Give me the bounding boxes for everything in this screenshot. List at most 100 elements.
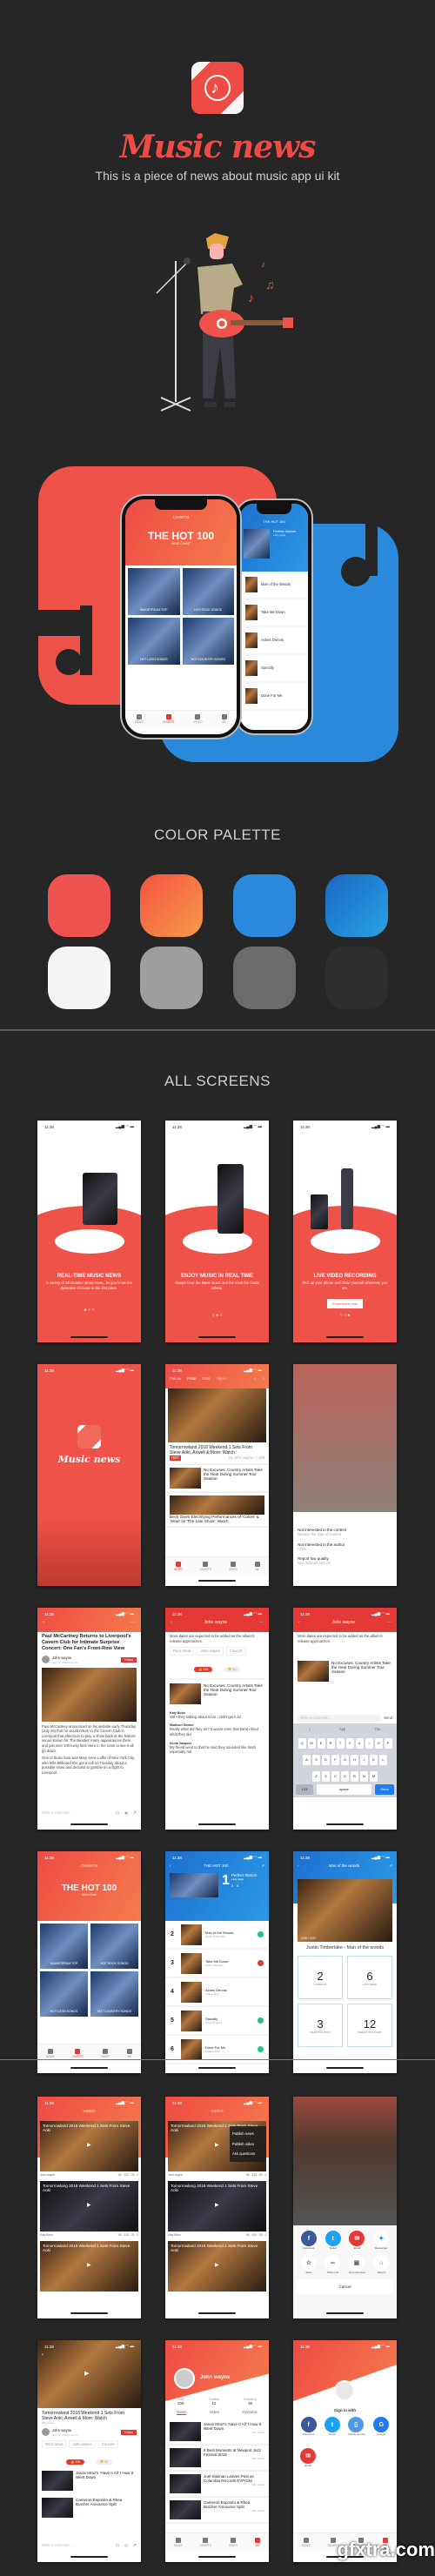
- tab-news[interactable]: NEWS: [174, 1562, 183, 1571]
- tag[interactable]: Rock news: [42, 2439, 67, 2449]
- play-icon[interactable]: ▶: [87, 2202, 91, 2208]
- key[interactable]: U: [355, 1738, 364, 1750]
- chart-tile[interactable]: MAINSTREAM TOP: [40, 1924, 88, 1969]
- dislike-button[interactable]: 👎 10: [223, 1666, 240, 1672]
- back-icon[interactable]: ‹: [42, 2352, 44, 2358]
- play-icon[interactable]: ▶: [215, 2202, 219, 2208]
- list-item[interactable]: Ashes Dennis: [240, 627, 308, 655]
- share-messenger[interactable]: ✦ Messenger: [373, 2231, 390, 2250]
- tab-news[interactable]: NEWS: [302, 2538, 311, 2547]
- key[interactable]: M: [370, 1771, 378, 1783]
- video-author[interactable]: John wayne: [40, 2173, 55, 2177]
- share-email[interactable]: ✉ Email: [349, 2231, 365, 2250]
- share-facebook[interactable]: f Facebook: [300, 2231, 317, 2250]
- key[interactable]: C: [331, 1771, 339, 1783]
- tag[interactable]: John wayne: [69, 2439, 96, 2449]
- comment-input[interactable]: Write a comment ...: [42, 1810, 111, 1816]
- chart-tile[interactable]: HOT ROCK SONGS: [90, 1924, 138, 1969]
- tab-follow[interactable]: Follow: [170, 1376, 181, 1381]
- featured-image[interactable]: [168, 1388, 266, 1442]
- chart-tile[interactable]: HOT COUNTRY SONGS: [182, 618, 234, 665]
- video-player[interactable]: 11:38 ▂▄▆ ◠ ▬ ‹ ▶: [37, 2340, 141, 2408]
- like-button[interactable]: 👍 120: [66, 2459, 85, 2466]
- key[interactable]: D: [322, 1755, 330, 1766]
- option-report[interactable]: Report low quality Sex clickbait and etc: [298, 1556, 392, 1566]
- top-song-video[interactable]: [170, 1873, 218, 1897]
- share-twitter[interactable]: t Twitter: [325, 2231, 341, 2250]
- action-not-interested[interactable]: ▣ Not interested: [348, 2255, 365, 2274]
- related-article[interactable]: No Excuses: Country Artists Take the Hea…: [170, 1677, 264, 1704]
- chart-row[interactable]: 6 Done For Me Charlie Puth: [165, 2036, 269, 2064]
- tab-me[interactable]: ME: [254, 1562, 260, 1571]
- list-item[interactable]: Done For Me: [240, 683, 308, 711]
- key-send[interactable]: Send: [375, 1784, 394, 1796]
- menu-publish-news[interactable]: Publish news: [232, 2129, 264, 2139]
- tag[interactable]: John wayne: [197, 1647, 224, 1656]
- star-icon[interactable]: ☆: [124, 2543, 128, 2549]
- share-icon[interactable]: ↗: [133, 2543, 137, 2548]
- tab-charts[interactable]: CHARTS: [200, 1562, 211, 1571]
- chart-tile[interactable]: HOT LATIN SONGS: [40, 1971, 88, 2017]
- menu-icon[interactable]: ≡: [254, 1376, 257, 1381]
- dislike-button[interactable]: 👎 10: [95, 2459, 112, 2466]
- option-author[interactable]: Not interested in the author Chills: [298, 1542, 392, 1552]
- chart-row[interactable]: 5 Sanctify Years & Years: [165, 2007, 269, 2036]
- cancel-button[interactable]: Cancel: [297, 2279, 393, 2294]
- tab-video[interactable]: VIDEO: [194, 714, 202, 724]
- list-item[interactable]: Man of the Woods: [240, 572, 308, 599]
- action-share-link[interactable]: ∞ Share link: [325, 2255, 341, 2274]
- back-icon[interactable]: ‹: [43, 1620, 44, 1625]
- back-icon[interactable]: ‹: [298, 1863, 299, 1869]
- play-icon[interactable]: ▶: [215, 2142, 219, 2148]
- search-icon[interactable]: ⌕: [262, 1376, 264, 1381]
- article-item[interactable]: No Excuses: Country Artists Take the Hea…: [165, 1465, 269, 1493]
- follow-button[interactable]: Follow: [120, 2429, 137, 2435]
- tag[interactable]: Rock news: [170, 1647, 195, 1656]
- video-card[interactable]: Tomorrowlang 2018 Weekend 1 Sets From St…: [165, 2181, 269, 2238]
- comment-input[interactable]: Write a comment ...: [42, 2543, 111, 2548]
- play-icon[interactable]: ▶: [215, 2262, 219, 2268]
- video-author[interactable]: John wayne: [168, 2173, 183, 2177]
- list-item[interactable]: Cameron Esposito & Rhea Butcher Announce…: [165, 2498, 269, 2524]
- chart-tile[interactable]: MAINSTREAM TOP: [128, 568, 180, 615]
- video-card[interactable]: Tomorrowlang 2018 Weekend 1 Sets From St…: [37, 2181, 141, 2238]
- action-report[interactable]: ⌂ Report: [373, 2255, 390, 2274]
- key-123[interactable]: 123: [296, 1784, 313, 1796]
- page-dots[interactable]: ○ ○ ●: [293, 1313, 397, 1318]
- key[interactable]: A: [303, 1755, 311, 1766]
- list-item[interactable]: Joel Klaiman Leaves Post as Columbia Rec…: [165, 2472, 269, 2498]
- experience-now-button[interactable]: Experience now: [327, 1299, 363, 1309]
- key[interactable]: Y: [345, 1738, 354, 1750]
- tab-hiphop[interactable]: Hip-H: [217, 1376, 227, 1381]
- key[interactable]: Q: [298, 1738, 306, 1750]
- tab-dynamic[interactable]: Dynamic: [242, 2410, 258, 2415]
- play-icon[interactable]: ▶: [87, 2262, 91, 2268]
- article-item[interactable]: Tomorrowland 2018 Weekend 1 Sets From St…: [165, 1442, 269, 1465]
- tag[interactable]: Concert: [97, 2439, 118, 2449]
- list-item[interactable]: Sanctify: [240, 655, 308, 683]
- option-content[interactable]: Not interested in the content Reduce the …: [298, 1528, 392, 1537]
- list-item[interactable]: Jason Mraz's 'Have It All' I How It Went…: [165, 2419, 269, 2446]
- avatar[interactable]: [42, 1656, 50, 1664]
- tab-video[interactable]: VIDEO: [101, 2049, 110, 2058]
- tab-news[interactable]: NEWS: [135, 714, 144, 724]
- play-icon[interactable]: ▶: [84, 2370, 89, 2377]
- more-icon[interactable]: ···: [259, 1620, 264, 1625]
- share-icon[interactable]: ↗: [261, 1863, 264, 1869]
- like-button[interactable]: 👍 120: [194, 1666, 213, 1672]
- follow-button[interactable]: Follow: [120, 1656, 137, 1663]
- avatar[interactable]: [42, 2428, 50, 2437]
- play-icon[interactable]: ▶: [87, 2142, 91, 2148]
- signin-facebook[interactable]: f Facebook: [300, 2417, 317, 2436]
- video-card[interactable]: Tomorrowland 2018 Weekend 1 Sets From St…: [165, 2241, 269, 2298]
- hot100-banner[interactable]: THE HOT 100: [37, 1883, 141, 1893]
- key[interactable]: G: [341, 1755, 349, 1766]
- key[interactable]: Z: [312, 1771, 320, 1783]
- list-item[interactable]: 8 Best Moments at Newport Jazz Festival …: [165, 2446, 269, 2472]
- article-item[interactable]: Beck Gives Electrifying Performances of …: [165, 1493, 269, 1528]
- signin-twitter[interactable]: t Twitter: [324, 2417, 340, 2436]
- video-author[interactable]: Katy Bobo: [40, 2233, 53, 2237]
- view-chart-link[interactable]: VIEW CHART: [125, 542, 237, 545]
- chart-row[interactable]: 2 Man of the Woods Justin Timberlake: [165, 1921, 269, 1950]
- tab-me[interactable]: ME: [254, 2538, 260, 2547]
